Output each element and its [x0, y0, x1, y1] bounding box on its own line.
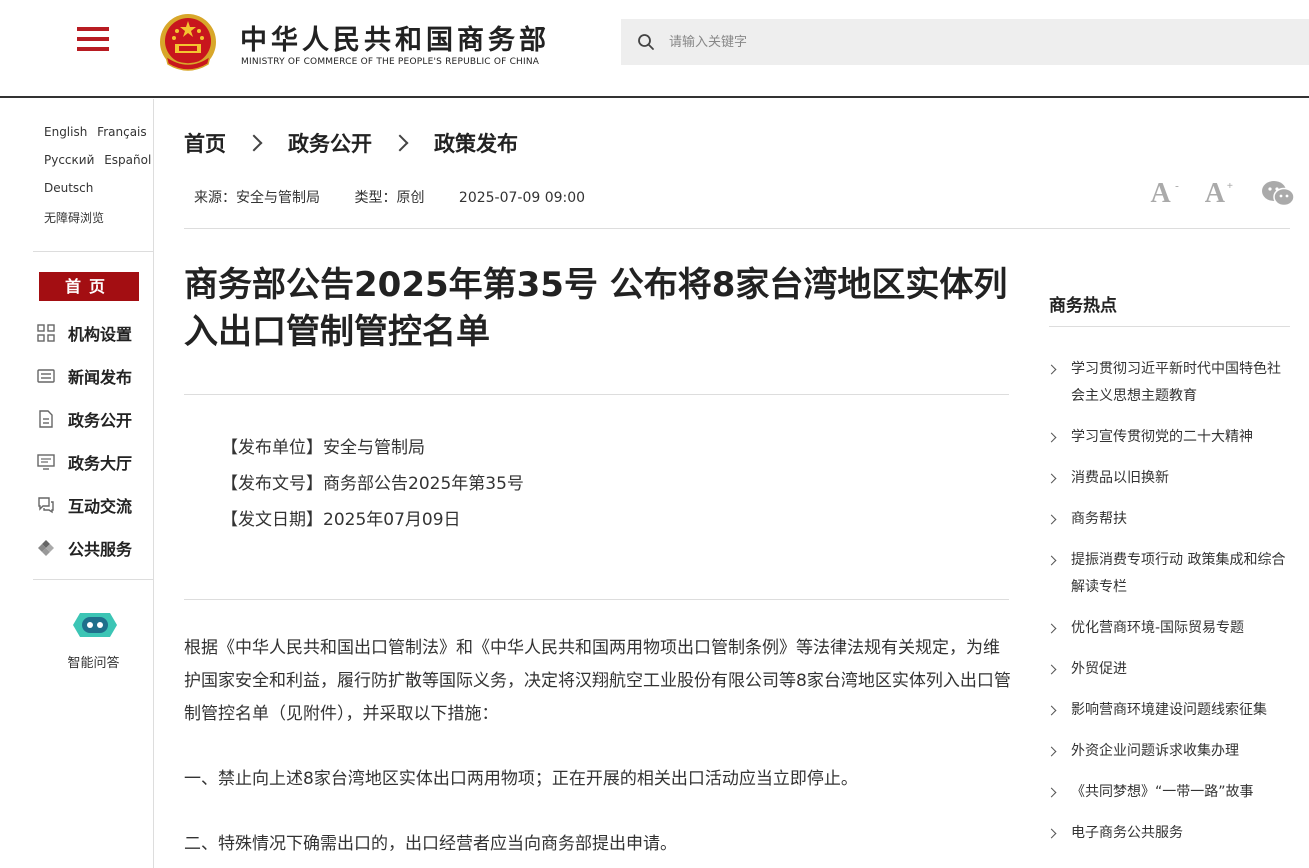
sidebar-nav: 机构设置 新闻发布 政务公开 政务大厅 互动交流 公共服务 [37, 311, 152, 569]
search-bar [621, 19, 1309, 65]
lang-english-link[interactable]: English [44, 125, 87, 139]
document-number: 【发布文号】商务部公告2025年第35号 [221, 474, 524, 494]
lang-french-link[interactable]: Français [97, 125, 146, 139]
language-row: Русский Español [44, 153, 156, 181]
sidebar-item-government-affairs[interactable]: 政务公开 [37, 397, 152, 440]
sidebar-divider [33, 251, 153, 252]
chevron-right-icon [245, 134, 263, 152]
hot-topic-item[interactable]: 学习贯彻习近平新时代中国特色社会主义思想主题教育 [1046, 356, 1290, 410]
left-sidebar: English Français Русский Español Deutsch… [33, 99, 154, 868]
hot-topic-item[interactable]: 消费品以旧换新 [1046, 465, 1290, 492]
article-paragraph: 根据《中华人民共和国出口管制法》和《中华人民共和国两用物项出口管制条例》等法律法… [184, 638, 1011, 724]
site-subtitle: MINISTRY OF COMMERCE OF THE PEOPLE'S REP… [241, 57, 540, 67]
article-source: 来源：安全与管制局 [194, 190, 320, 206]
hot-topics-divider [1049, 326, 1290, 327]
issuing-unit: 【发布单位】安全与管制局 [221, 438, 425, 458]
assistant-robot-icon[interactable] [72, 609, 118, 641]
article-tools: A- A + [1117, 178, 1295, 210]
language-row: 无障碍浏览 [44, 209, 156, 237]
sidebar-item-organization[interactable]: 机构设置 [37, 311, 152, 354]
breadcrumb-home[interactable]: 首页 [184, 128, 226, 158]
search-icon[interactable] [637, 33, 655, 51]
hot-topic-item[interactable]: 电子商务公共服务 [1046, 820, 1290, 847]
lang-german-link[interactable]: Deutsch [44, 181, 93, 195]
breadcrumb: 首页 政务公开 政策发布 [184, 128, 518, 158]
sidebar-item-public-service[interactable]: 公共服务 [37, 526, 152, 569]
sidebar-divider [33, 579, 153, 580]
site-header: 中华人民共和国商务部 MINISTRY OF COMMERCE OF THE P… [0, 0, 1309, 98]
sidebar-item-label: 新闻发布 [68, 367, 133, 387]
sidebar-item-label: 政务大厅 [68, 453, 133, 473]
font-increase-label: A [1204, 178, 1225, 209]
font-increase-button[interactable]: A + [1204, 178, 1233, 210]
plus-mark: + [1226, 180, 1233, 192]
language-row: English Français [44, 125, 156, 153]
language-links: English Français Русский Español Deutsch… [44, 125, 156, 237]
hot-topic-item[interactable]: 商务帮扶 [1046, 506, 1290, 533]
article-paragraph: 一、禁止向上述8家台湾地区实体出口两用物项；正在开展的相关出口活动应当立即停止。 [184, 769, 858, 789]
breadcrumb-policy-release[interactable]: 政策发布 [434, 128, 518, 158]
sidebar-item-interaction[interactable]: 互动交流 [37, 483, 152, 526]
lang-russian-link[interactable]: Русский [44, 153, 94, 167]
article-paragraph: 二、特殊情况下确需出口的，出口经营者应当向商务部提出申请。 [184, 834, 677, 854]
article-body: 根据《中华人民共和国出口管制法》和《中华人民共和国两用物项出口管制条例》等法律法… [184, 632, 1012, 868]
hot-topic-item[interactable]: 提振消费专项行动 政策集成和综合解读专栏 [1046, 547, 1290, 601]
issue-date: 【发文日期】2025年07月09日 [221, 510, 461, 530]
article-meta: 来源：安全与管制局 类型：原创 2025-07-09 09:00 [194, 187, 615, 207]
hot-topic-item[interactable]: 优化营商环境-国际贸易专题 [1046, 615, 1290, 642]
font-decrease-button[interactable]: A- [1150, 178, 1179, 210]
article-type: 类型：原创 [354, 190, 425, 206]
wechat-icon[interactable] [1261, 180, 1295, 208]
hot-topic-item[interactable]: 外贸促进 [1046, 656, 1290, 683]
sidebar-item-label: 机构设置 [68, 324, 133, 344]
search-input[interactable] [669, 29, 1269, 55]
menu-bar [77, 47, 109, 51]
language-row: Deutsch [44, 181, 156, 209]
breadcrumb-government-affairs[interactable]: 政务公开 [288, 128, 372, 158]
article-title: 商务部公告2025年第35号 公布将8家台湾地区实体列入出口管制管控名单 [184, 265, 1008, 352]
menu-bar [77, 27, 109, 31]
lang-spanish-link[interactable]: Español [104, 153, 151, 167]
hot-topic-item[interactable]: 学习宣传贯彻党的二十大精神 [1046, 424, 1290, 451]
hot-topics-title: 商务热点 [1049, 296, 1117, 316]
menu-bar [77, 37, 109, 41]
menu-button[interactable] [77, 27, 109, 53]
chevron-right-icon [391, 134, 409, 152]
info-divider [184, 599, 1009, 600]
sidebar-item-news[interactable]: 新闻发布 [37, 354, 152, 397]
sidebar-item-label: 政务公开 [68, 410, 133, 430]
accessibility-link[interactable]: 无障碍浏览 [44, 211, 104, 225]
title-divider [184, 394, 1009, 395]
chat-icon [38, 496, 54, 513]
site-title: 中华人民共和国商务部 [240, 25, 550, 56]
header-divider [184, 228, 1290, 229]
hot-topic-item[interactable]: 外资企业问题诉求收集办理 [1046, 738, 1290, 765]
article-date: 2025-07-09 09:00 [458, 190, 586, 206]
hot-topic-item[interactable]: 影响营商环境建设问题线索征集 [1046, 697, 1290, 724]
minus-mark: - [1175, 180, 1179, 192]
document-icon [39, 409, 53, 428]
sidebar-item-service-hall[interactable]: 政务大厅 [37, 440, 152, 483]
service-hall-icon [37, 453, 55, 470]
sidebar-item-label: 公共服务 [68, 539, 133, 559]
hot-topic-item[interactable]: 《共同梦想》“一带一路”故事 [1046, 779, 1290, 806]
home-button[interactable]: 首页 [39, 272, 139, 301]
org-icon [37, 323, 55, 342]
sidebar-item-label: 互动交流 [68, 496, 133, 516]
hot-topics-list: 学习贯彻习近平新时代中国特色社会主义思想主题教育 学习宣传贯彻党的二十大精神 消… [1046, 356, 1290, 861]
article-info: 【发布单位】安全与管制局 【发布文号】商务部公告2025年第35号 【发文日期】… [221, 430, 524, 538]
public-service-icon [38, 539, 54, 556]
font-decrease-label: A [1150, 178, 1171, 209]
national-emblem-icon[interactable] [158, 12, 218, 74]
news-icon [37, 368, 55, 383]
assistant-label[interactable]: 智能问答 [33, 652, 154, 671]
